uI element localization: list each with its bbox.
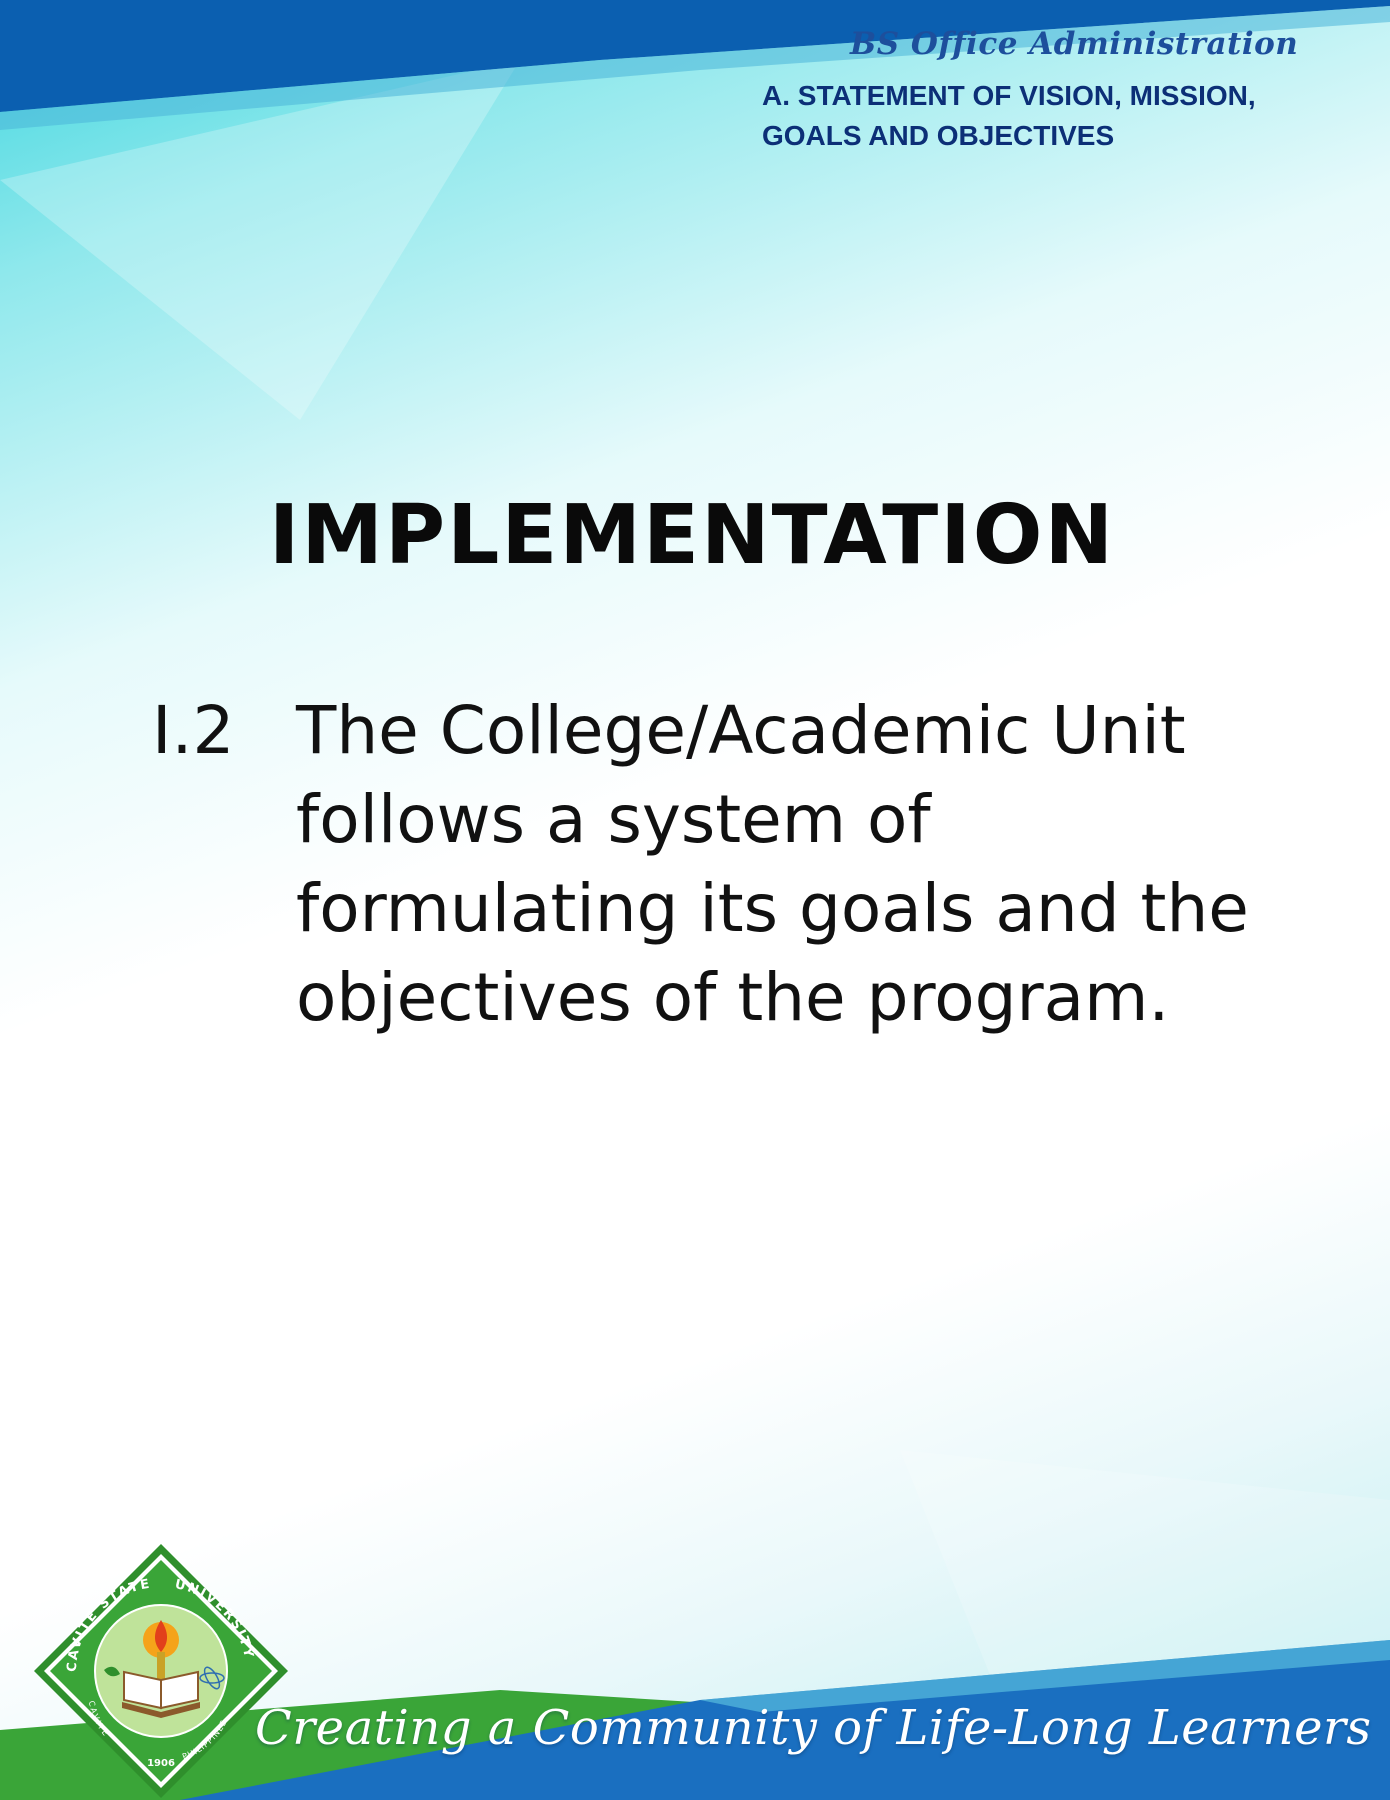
university-seal-logo: CAVITE STATE UNIVERSITY CAVITE PHILIPPIN… xyxy=(34,1544,288,1798)
page: BS Office Administration A. STATEMENT OF… xyxy=(0,0,1390,1800)
seal-year: 1906 xyxy=(147,1758,175,1769)
item-line-4: objectives of the program. xyxy=(296,959,1170,1036)
footer-tagline: Creating a Community of Life-Long Learne… xyxy=(255,1700,1372,1756)
item-text: The College/Academic Unit follows a syst… xyxy=(296,686,1390,1042)
item-line-3: formulating its goals and the xyxy=(296,870,1249,947)
item-line-2: follows a system of xyxy=(296,781,931,858)
program-title: BS Office Administration xyxy=(850,26,1299,62)
item-line-1: The College/Academic Unit xyxy=(296,692,1186,769)
page-title: IMPLEMENTATION xyxy=(268,488,1116,583)
section-heading: A. STATEMENT OF VISION, MISSION, GOALS A… xyxy=(762,80,1256,151)
item-number: I.2 xyxy=(152,692,235,769)
